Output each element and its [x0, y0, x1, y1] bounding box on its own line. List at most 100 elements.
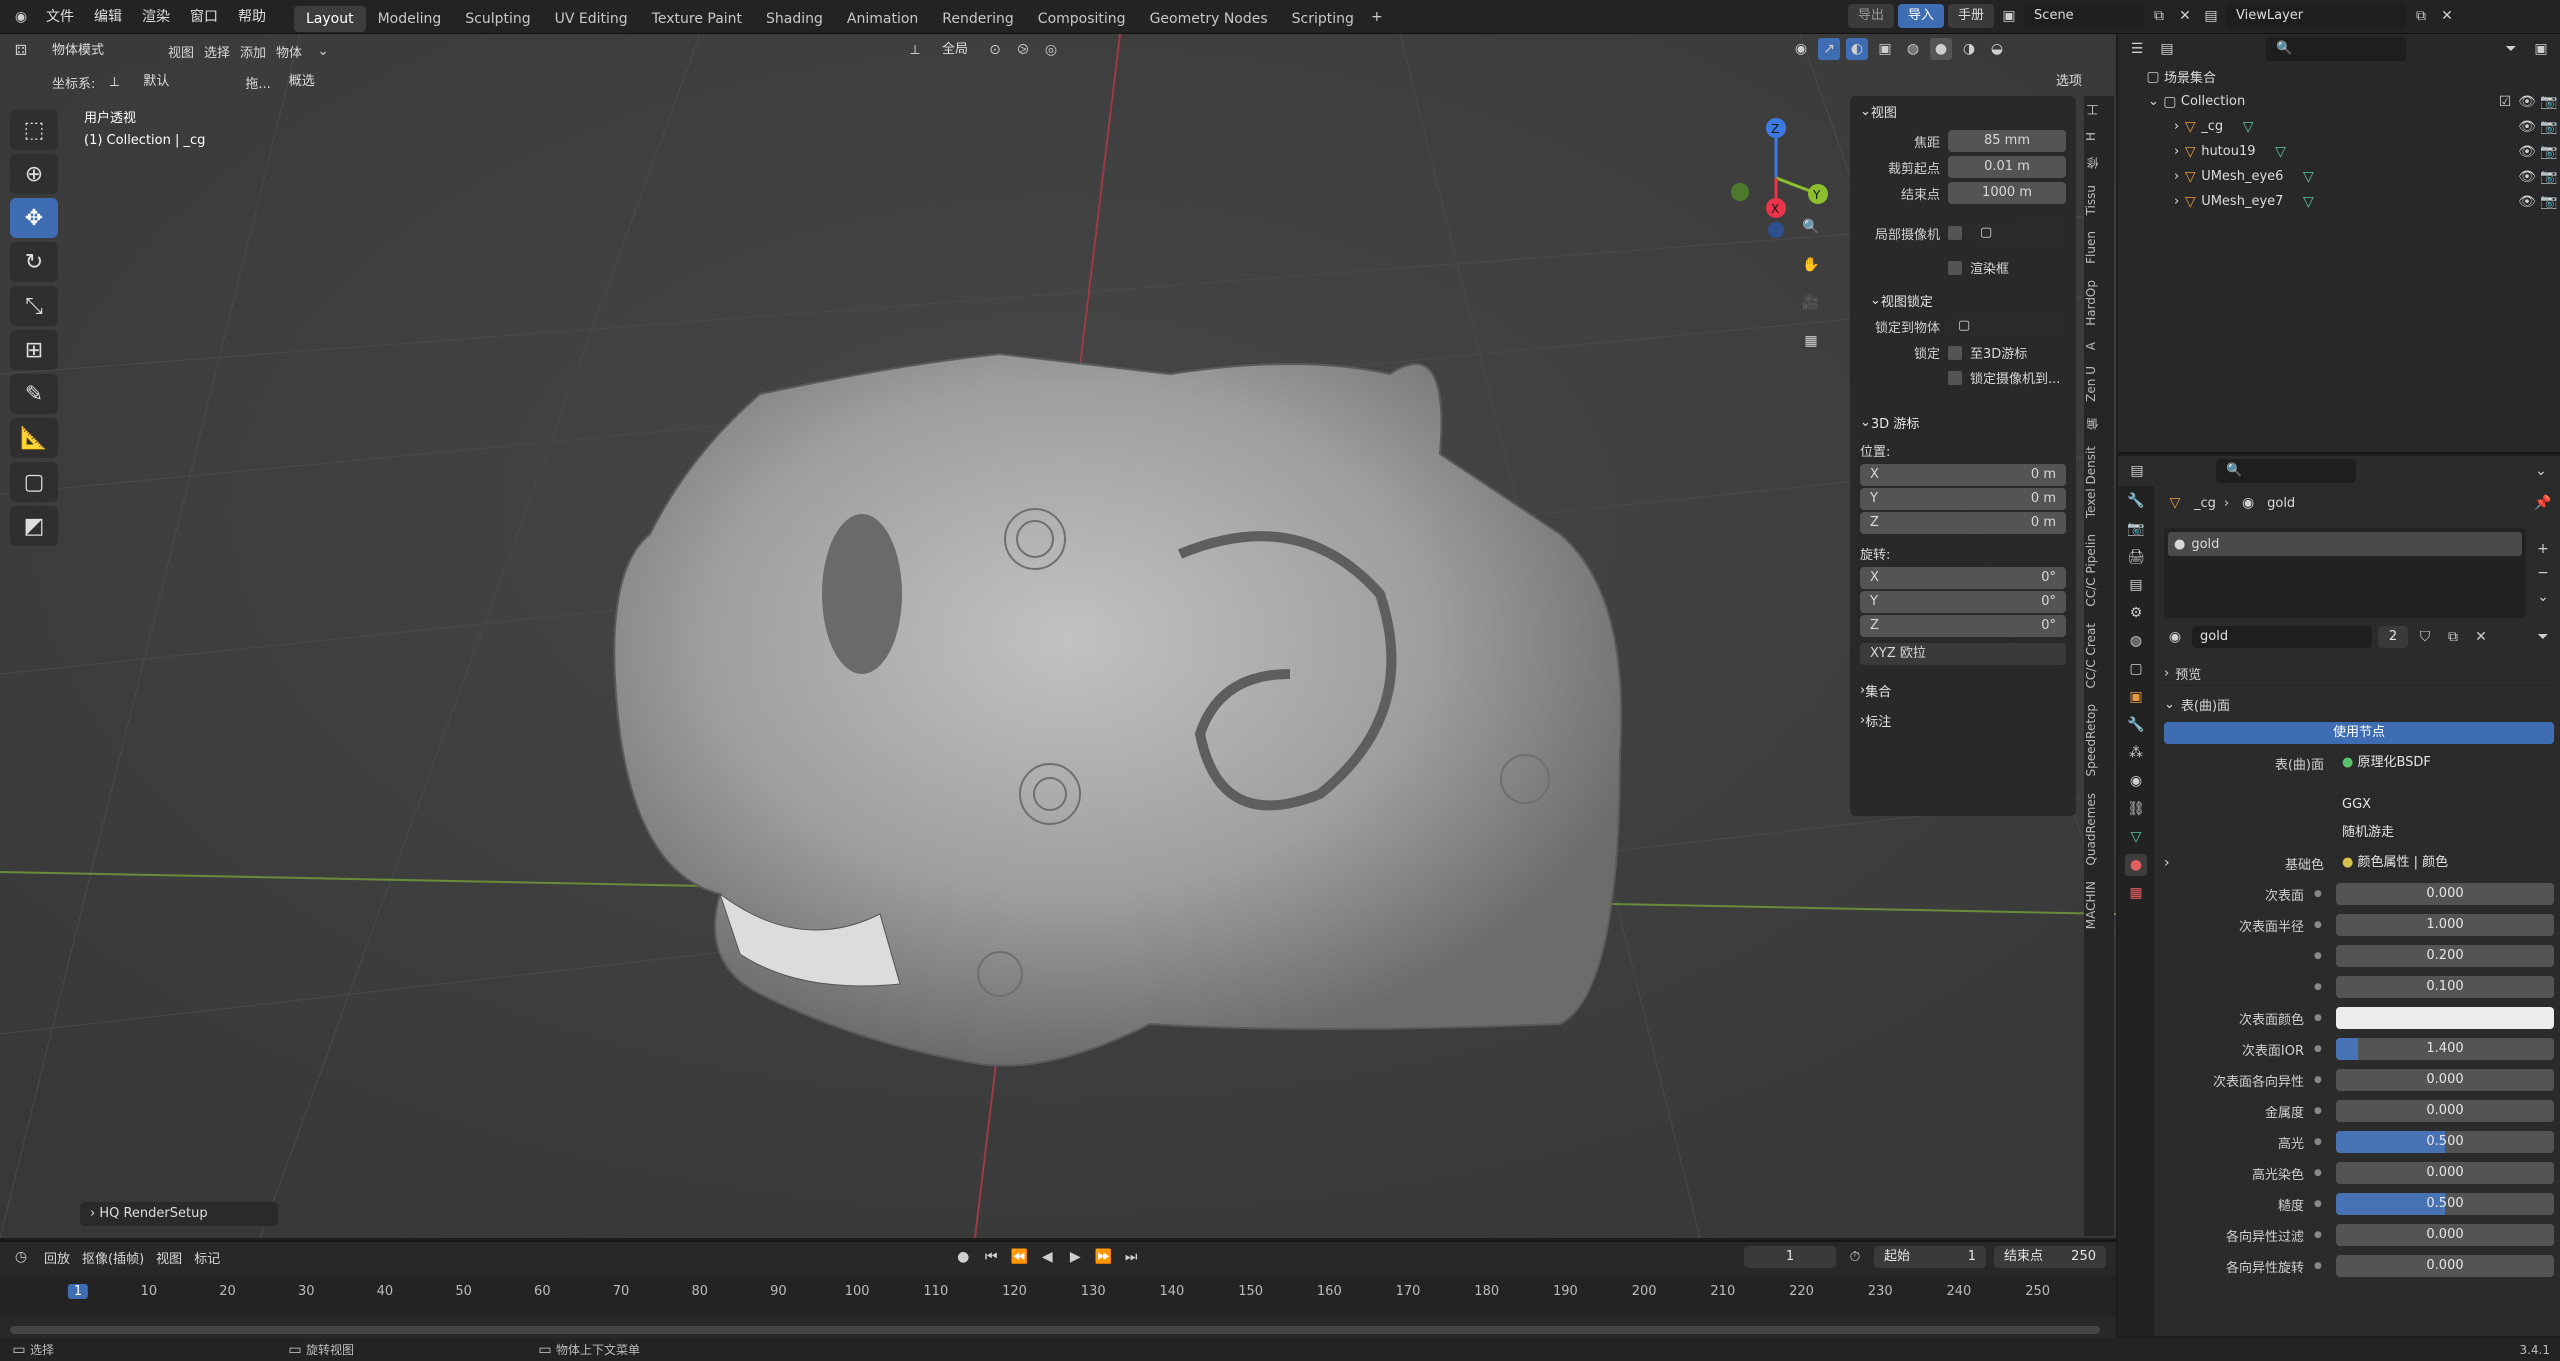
- sidetab-item[interactable]: MACHIN: [2084, 873, 2114, 937]
- lock-object-field[interactable]: ▢: [1948, 315, 2066, 337]
- menu-edit[interactable]: 编辑: [84, 0, 132, 34]
- row-value-field[interactable]: [2336, 1007, 2554, 1029]
- menu-add[interactable]: 添加: [240, 42, 266, 61]
- eye-icon[interactable]: 👁: [2516, 116, 2538, 138]
- row-value-field[interactable]: 0.500: [2336, 1193, 2554, 1215]
- preview-header[interactable]: › 预览: [2164, 662, 2554, 686]
- panel-header-annotation[interactable]: › 标注: [1850, 705, 2076, 735]
- row-value-field[interactable]: 0.100: [2336, 976, 2554, 998]
- playback-menu[interactable]: 回放: [44, 1248, 70, 1267]
- checkbox-icon[interactable]: ☑: [2494, 91, 2516, 113]
- tab-geometry-nodes[interactable]: Geometry Nodes: [1138, 6, 1280, 32]
- physics-tab-icon[interactable]: ◉: [2125, 770, 2147, 792]
- select-box-tool-icon[interactable]: ⬚: [10, 110, 58, 150]
- measure-tool-icon[interactable]: 📐: [10, 418, 58, 458]
- view-layer-tab-icon[interactable]: ▤: [2125, 574, 2147, 596]
- view-menu[interactable]: 视图: [156, 1248, 182, 1267]
- data-tab-icon[interactable]: ▽: [2125, 826, 2147, 848]
- camera-icon[interactable]: 📷: [2538, 141, 2560, 163]
- eye-icon[interactable]: 👁: [2516, 166, 2538, 188]
- socket-dot-icon[interactable]: ●: [2314, 1261, 2326, 1271]
- material-slot-list[interactable]: ● gold: [2164, 528, 2526, 618]
- socket-dot-icon[interactable]: ●: [2314, 1168, 2326, 1178]
- zoom-icon[interactable]: 🔍: [1796, 212, 1826, 242]
- outliner-item[interactable]: › ▽ UMesh_eye6 ▽ 👁 📷: [2118, 164, 2560, 189]
- editor-type-icon[interactable]: ◷: [10, 1246, 32, 1268]
- row-value-field[interactable]: 0.000: [2336, 1100, 2554, 1122]
- chevron-right-icon[interactable]: ›: [2164, 855, 2184, 871]
- tab-rendering[interactable]: Rendering: [930, 6, 1026, 32]
- material-shading-icon[interactable]: ◑: [1958, 38, 1980, 60]
- wireframe-shading-icon[interactable]: ◍: [1902, 38, 1924, 60]
- timeline-scrollbar[interactable]: [10, 1326, 2100, 1334]
- panel-header-3d-cursor[interactable]: ⌄ 3D 游标: [1850, 407, 2076, 437]
- material-name-field[interactable]: gold: [2192, 626, 2372, 648]
- camera-icon[interactable]: 📷: [2538, 191, 2560, 213]
- collection-tab-icon[interactable]: ▢: [2125, 658, 2147, 680]
- camera-icon[interactable]: 📷: [2538, 166, 2560, 188]
- local-camera-checkbox[interactable]: [1948, 226, 1962, 240]
- new-scene-icon[interactable]: ⧉: [2148, 5, 2170, 27]
- slot-menu-icon[interactable]: ⌄: [2532, 586, 2554, 608]
- cursor-tool-icon[interactable]: ⊕: [10, 154, 58, 194]
- collection-row[interactable]: ⌄ ▢ Collection ☑ 👁 📷: [2118, 89, 2560, 114]
- row-value-field[interactable]: 0.000: [2336, 1255, 2554, 1277]
- cursor-loc-x[interactable]: X0 m: [1860, 464, 2066, 486]
- local-camera-field[interactable]: ▢: [1970, 222, 2066, 244]
- eye-icon[interactable]: 👁: [2516, 91, 2538, 113]
- socket-dot-icon[interactable]: ●: [2314, 920, 2326, 930]
- sidetab-item[interactable]: 偏: [2084, 410, 2114, 438]
- xray-icon[interactable]: ▣: [1874, 38, 1896, 60]
- camera-icon[interactable]: 📷: [2538, 116, 2560, 138]
- coord-select[interactable]: 默认: [133, 70, 237, 94]
- tab-compositing[interactable]: Compositing: [1026, 6, 1138, 32]
- socket-dot-icon[interactable]: ●: [2314, 1199, 2326, 1209]
- output-tab-icon[interactable]: 🖨: [2125, 546, 2147, 568]
- remove-slot-icon[interactable]: −: [2532, 562, 2554, 584]
- row-value-field[interactable]: 0.200: [2336, 945, 2554, 967]
- transform-orientation[interactable]: 全局: [932, 38, 978, 62]
- material-users[interactable]: 2: [2378, 626, 2408, 648]
- options-button[interactable]: 选项: [2046, 70, 2092, 94]
- sidetab-item[interactable]: HardOp: [2084, 272, 2114, 334]
- row-value-field[interactable]: 0.000: [2336, 1162, 2554, 1184]
- row-value-field[interactable]: 1.000: [2336, 914, 2554, 936]
- mode-select[interactable]: 物体模式: [42, 39, 158, 63]
- delete-view-layer-icon[interactable]: ✕: [2436, 5, 2458, 27]
- lock-cursor-checkbox[interactable]: [1948, 345, 1962, 360]
- unlink-icon[interactable]: ✕: [2470, 626, 2492, 648]
- camera-view-icon[interactable]: 🎥: [1796, 288, 1826, 318]
- snap-icon[interactable]: ⧁: [1012, 39, 1034, 61]
- panel-header-collection[interactable]: › 集合: [1850, 675, 2076, 705]
- play-reverse-icon[interactable]: ◀: [1036, 1246, 1058, 1268]
- material-tab-icon[interactable]: ●: [2125, 854, 2147, 876]
- object-tab-icon[interactable]: ▣: [2125, 686, 2147, 708]
- end-frame-field[interactable]: 结束点 250: [1994, 1246, 2106, 1268]
- delete-scene-icon[interactable]: ✕: [2174, 5, 2196, 27]
- tab-modeling[interactable]: Modeling: [366, 6, 454, 32]
- marker-menu[interactable]: 标记: [194, 1248, 220, 1267]
- outliner-item[interactable]: › ▽ UMesh_eye7 ▽ 👁 📷: [2118, 189, 2560, 214]
- panel-header-view[interactable]: ⌄ 视图: [1850, 96, 2076, 126]
- record-icon[interactable]: ●: [952, 1246, 974, 1268]
- tab-shading[interactable]: Shading: [754, 6, 835, 32]
- particles-tab-icon[interactable]: ⁂: [2125, 742, 2147, 764]
- sidetab-item[interactable]: CC/C Creat: [2084, 615, 2114, 696]
- socket-dot-icon[interactable]: ●: [2314, 1075, 2326, 1085]
- menu-select[interactable]: 选择: [204, 42, 230, 61]
- menu-object[interactable]: 物体: [276, 42, 302, 61]
- options-dropdown-icon[interactable]: ⌄: [2530, 460, 2552, 482]
- rendered-shading-icon[interactable]: ◒: [1986, 38, 2008, 60]
- cursor-rot-x[interactable]: X 0°: [1860, 567, 2066, 589]
- clip-start-field[interactable]: 0.01 m: [1948, 156, 2066, 178]
- tab-sculpting[interactable]: Sculpting: [453, 6, 542, 32]
- current-frame-field[interactable]: 1: [1744, 1246, 1836, 1268]
- filter-icon[interactable]: ⏷: [2532, 626, 2554, 648]
- pin-icon[interactable]: 📌: [2532, 492, 2554, 514]
- socket-dot-icon[interactable]: ●: [2314, 1137, 2326, 1147]
- overlay-toggle-icon[interactable]: ◐: [1846, 38, 1868, 60]
- prev-keyframe-icon[interactable]: ⏪: [1008, 1246, 1030, 1268]
- jump-end-icon[interactable]: ⏭: [1120, 1246, 1142, 1268]
- duplicate-icon[interactable]: ⧉: [2442, 626, 2464, 648]
- eye-icon[interactable]: 👁: [2516, 191, 2538, 213]
